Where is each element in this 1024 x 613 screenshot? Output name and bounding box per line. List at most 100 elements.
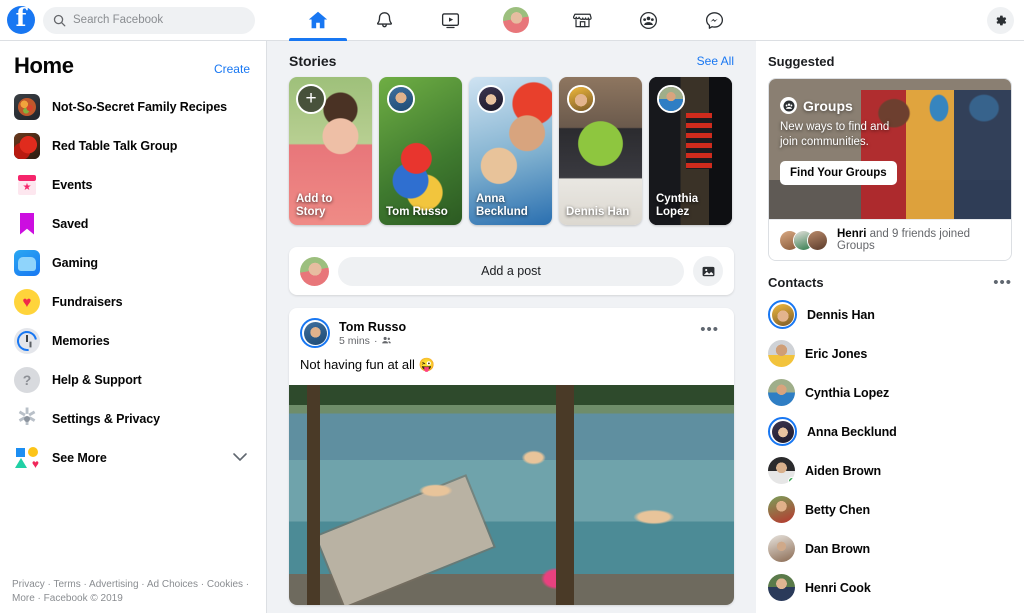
contact-name: Anna Becklund [807,424,897,439]
find-your-groups-button[interactable]: Find Your Groups [780,161,897,185]
post-text: Not having fun at all 😜 [300,357,435,372]
avatar [768,340,795,367]
suggested-footer-name: Henri [837,228,867,240]
sidebar-item-gaming[interactable]: Gaming [0,243,266,282]
composer-avatar [300,256,329,286]
post-options-button[interactable]: ••• [696,321,723,346]
friends-icon[interactable] [381,335,392,346]
groups-icon [780,97,797,114]
bell-icon [376,11,392,27]
stories-header: Stories See All [267,41,756,77]
add-post-input[interactable]: Add a post [338,256,684,286]
suggested-title: Suggested [768,54,835,69]
photo-icon [702,266,714,276]
contact-dan-brown[interactable]: Dan Brown [756,529,1024,568]
create-link[interactable]: Create [214,62,250,76]
avatar-with-story-ring [768,417,797,446]
contact-eric-jones[interactable]: Eric Jones [756,334,1024,373]
feed-column: Stories See All + Add to Story Tom Russo… [267,41,756,613]
story-card-tom-russo[interactable]: Tom Russo [379,77,462,225]
contact-name: Dan Brown [805,541,871,556]
stories-row: + Add to Story Tom Russo Anna Becklund D… [267,77,756,225]
contact-name: Cynthia Lopez [805,385,890,400]
post-composer: Add a post [289,247,734,295]
suggested-groups-card[interactable]: Groups New ways to find and join communi… [768,78,1012,261]
sidebar-item-label: Not-So-Secret Family Recipes [52,99,228,114]
contact-betty-chen[interactable]: Betty Chen [756,490,1024,529]
sidebar-item-label: Events [52,177,93,192]
contact-name: Eric Jones [805,346,868,361]
story-card-dennis-han[interactable]: Dennis Han [559,77,642,225]
contact-dennis-han[interactable]: Dennis Han [756,295,1024,334]
nav-tab-groups[interactable] [615,0,681,41]
post-timestamp: 5 mins [339,334,370,347]
storefront-icon [572,13,592,27]
contacts-options-button[interactable]: ••• [993,274,1012,291]
story-card-add-to-story[interactable]: + Add to Story [289,77,372,225]
post-author-avatar[interactable] [300,318,330,348]
facebook-page: Home Create Not-So-Secret Family Recipes… [0,0,1024,613]
nav-tab-notifications[interactable] [351,0,417,41]
recipes-thumbnail-icon [14,93,40,120]
search-bar[interactable] [43,6,255,34]
nav-tab-marketplace[interactable] [549,0,615,41]
shapes-icon: ♥ [14,445,40,471]
contact-name: Henri Cook [805,580,871,595]
story-caption: Dennis Han [566,206,630,218]
search-input[interactable] [73,14,245,26]
suggested-brand-name: Groups [803,97,853,114]
sidebar-item-events[interactable]: Events [0,165,266,204]
nav-tab-profile[interactable] [483,0,549,41]
stories-see-all-link[interactable]: See All [697,54,734,68]
sidebar-item-label: Settings & Privacy [52,411,160,426]
nav-tab-messenger[interactable] [681,0,747,41]
question-icon [14,366,40,393]
page-title: Home [14,53,74,78]
avatar [768,379,795,406]
sidebar-item-label: Gaming [52,255,98,270]
friend-avatar-stack [779,229,828,251]
contact-aiden-brown[interactable]: Aiden Brown [756,451,1024,490]
suggested-card-footer: Henri and 9 friends joined Groups [769,219,1011,260]
sidebar-item-settings-privacy[interactable]: Settings & Privacy [0,399,266,438]
nav-tab-list [285,0,747,41]
gear-icon [996,15,1007,26]
top-navigation-bar [0,0,1024,41]
nav-tab-watch[interactable] [417,0,483,41]
sidebar-item-see-more[interactable]: ♥ See More [0,438,266,477]
sidebar-item-label: Saved [52,216,89,231]
sidebar-item-recipes[interactable]: Not-So-Secret Family Recipes [0,87,266,126]
story-card-anna-becklund[interactable]: Anna Becklund [469,77,552,225]
search-icon [53,14,66,26]
contact-name: Dennis Han [807,307,875,322]
story-card-cynthia-lopez[interactable]: Cynthia Lopez [649,77,732,225]
story-avatar [567,85,595,113]
sidebar-item-memories[interactable]: Memories [0,321,266,360]
clock-icon [14,327,40,354]
facebook-logo-icon[interactable] [7,3,35,34]
post-author-name[interactable]: Tom Russo [339,320,406,335]
gear-icon [14,406,40,432]
post-photo[interactable] [289,385,734,605]
contact-cynthia-lopez[interactable]: Cynthia Lopez [756,373,1024,412]
sidebar-item-saved[interactable]: Saved [0,204,266,243]
story-caption: Add to Story [296,193,333,218]
add-photo-button[interactable] [693,256,723,286]
sidebar-item-label: Red Table Talk Group [52,138,178,153]
footer-text[interactable]: Privacy · Terms · Advertising · Ad Choic… [12,579,249,604]
heart-icon [14,288,40,315]
sidebar-item-fundraisers[interactable]: Fundraisers [0,282,266,321]
post-meta: 5 mins · [339,335,406,347]
contact-henri-cook[interactable]: Henri Cook [756,568,1024,607]
contact-name: Betty Chen [805,502,870,517]
contact-anna-becklund[interactable]: Anna Becklund [756,412,1024,451]
settings-button[interactable] [987,7,1014,34]
sidebar-header: Home Create [0,41,266,87]
sidebar-item-help-support[interactable]: Help & Support [0,360,266,399]
story-caption: Tom Russo [386,206,448,218]
avatar [768,496,795,523]
story-avatar [477,85,505,113]
chevron-down-icon[interactable] [232,449,248,467]
nav-tab-home[interactable] [285,0,351,41]
sidebar-item-red-table-talk[interactable]: Red Table Talk Group [0,126,266,165]
